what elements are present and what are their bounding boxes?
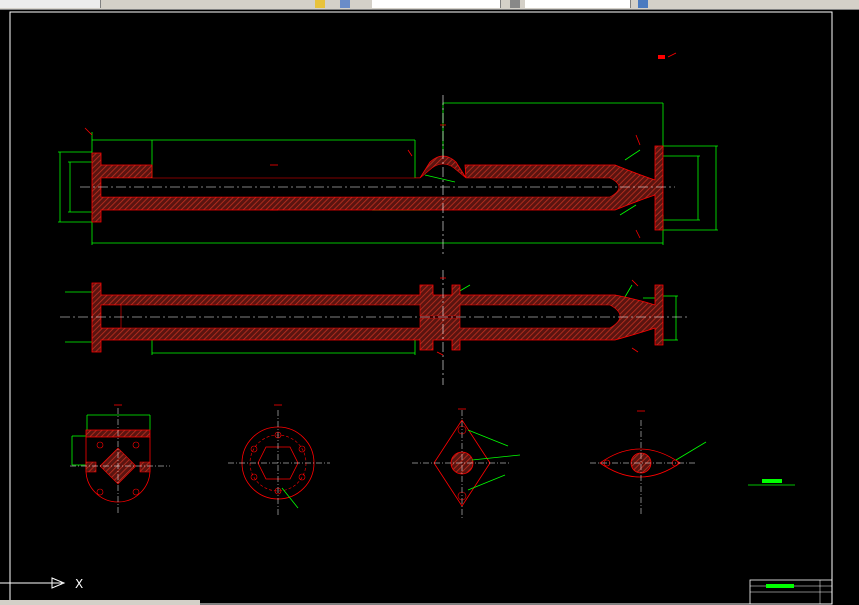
layer-icon[interactable] <box>340 0 350 8</box>
standard-toolbar <box>0 0 101 8</box>
detail-view-4 <box>590 420 707 515</box>
layer-dropdown[interactable] <box>372 0 501 8</box>
detail-view-2 <box>228 410 330 515</box>
zoom-icon[interactable] <box>315 0 325 8</box>
title-block <box>749 579 833 605</box>
layout-tabs[interactable] <box>0 600 200 605</box>
toolpalette-icon[interactable] <box>638 0 648 8</box>
ucs-icon: X <box>0 577 83 591</box>
linetype-dropdown[interactable] <box>525 0 631 8</box>
linetype-icon[interactable] <box>510 0 520 8</box>
top-toolbar <box>0 0 859 10</box>
drawing-canvas[interactable]: X <box>0 10 859 605</box>
section-part-view <box>60 270 690 385</box>
top-part-view <box>58 95 718 255</box>
detail-view-3 <box>412 410 521 520</box>
ucs-x-label: X <box>75 577 83 591</box>
detail-view-1 <box>70 408 170 515</box>
